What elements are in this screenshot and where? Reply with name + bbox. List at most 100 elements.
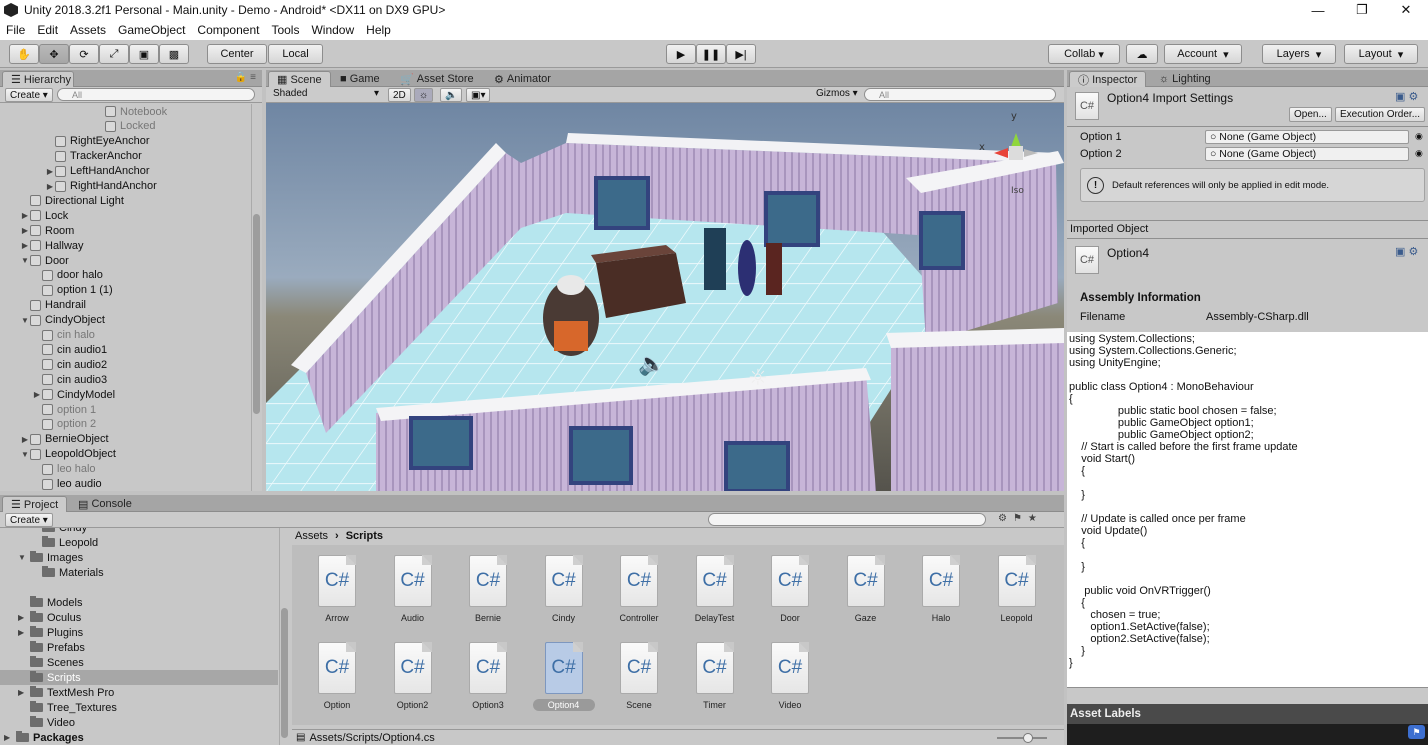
pivot-center-button[interactable]: Center: [207, 44, 267, 64]
tab-console[interactable]: ▤ Console: [70, 496, 140, 512]
hierarchy-scrollbar[interactable]: [251, 104, 261, 491]
asset-item[interactable]: C# Video: [755, 642, 825, 722]
asset-item[interactable]: C# Option2: [378, 642, 448, 722]
asset-label-tag-icon[interactable]: ⚑: [1408, 725, 1425, 739]
expand-down-icon[interactable]: ▼: [18, 553, 30, 562]
asset-item[interactable]: C# Halo: [906, 555, 976, 635]
help-icon[interactable]: ▣ ⚙: [1395, 90, 1418, 103]
folder-row[interactable]: ▼ Images: [0, 550, 278, 565]
hierarchy-row[interactable]: cin audio1: [32, 342, 107, 357]
panel-menu-icon[interactable]: 🔒 ≡: [235, 72, 256, 83]
collab-button[interactable]: Collab ▾: [1048, 44, 1120, 64]
breadcrumb-assets[interactable]: Assets: [295, 530, 328, 542]
folder-row[interactable]: Video: [0, 715, 278, 730]
expand-down-icon[interactable]: ▼: [20, 256, 30, 265]
layout-button[interactable]: Layout ▾: [1344, 44, 1418, 64]
hierarchy-row[interactable]: door halo: [32, 268, 103, 283]
pivot-local-button[interactable]: Local: [268, 44, 323, 64]
pause-icon[interactable]: ❚❚: [696, 44, 726, 64]
field-option1-value[interactable]: ○ None (Game Object): [1205, 130, 1409, 144]
expand-down-icon[interactable]: ▼: [20, 450, 30, 459]
menu-help[interactable]: Help: [366, 23, 391, 37]
asset-item[interactable]: C# DelayTest: [680, 555, 750, 635]
close-icon[interactable]: ✕: [1384, 0, 1428, 20]
asset-item[interactable]: C# Controller: [604, 555, 674, 635]
field-option2-value[interactable]: ○ None (Game Object): [1205, 147, 1409, 161]
expand-right-icon[interactable]: ▶: [20, 241, 30, 250]
folder-row[interactable]: Cindy: [0, 528, 278, 535]
hierarchy-row[interactable]: ▼ CindyObject: [20, 313, 105, 328]
folder-row[interactable]: Materials: [0, 565, 278, 580]
expand-right-icon[interactable]: ▶: [20, 226, 30, 235]
folder-row[interactable]: Leopold: [0, 535, 278, 550]
rect-tool-icon[interactable]: ▣: [129, 44, 159, 64]
menu-component[interactable]: Component: [197, 23, 259, 37]
scene-search-input[interactable]: All: [864, 88, 1056, 101]
expand-right-icon[interactable]: ▶: [18, 688, 30, 697]
expand-right-icon[interactable]: ▶: [45, 182, 55, 191]
hierarchy-row[interactable]: ▶ Lock: [20, 208, 68, 223]
tab-scene[interactable]: ▦ Scene: [268, 71, 331, 87]
asset-item[interactable]: C# Cindy: [529, 555, 599, 635]
hierarchy-row[interactable]: Directional Light: [20, 193, 124, 208]
asset-item[interactable]: C# Arrow: [302, 555, 372, 635]
project-search-input[interactable]: [708, 513, 986, 526]
folder-row[interactable]: Prefabs: [0, 640, 278, 655]
expand-right-icon[interactable]: ▶: [18, 628, 30, 637]
menu-gameobject[interactable]: GameObject: [118, 23, 185, 37]
layers-button[interactable]: Layers ▾: [1262, 44, 1336, 64]
hierarchy-row[interactable]: Locked: [95, 119, 155, 134]
menu-window[interactable]: Window: [311, 23, 354, 37]
folder-row[interactable]: ▶ Plugins: [0, 625, 278, 640]
tab-inspector[interactable]: ⓘ Inspector: [1069, 71, 1147, 87]
folder-row[interactable]: ▶ Packages: [0, 730, 278, 745]
effects-toggle-icon[interactable]: ▣▾: [466, 88, 491, 102]
hierarchy-create-button[interactable]: Create ▾: [5, 88, 53, 102]
imported-help-icon[interactable]: ▣ ⚙: [1395, 245, 1418, 258]
hierarchy-row[interactable]: option 1: [32, 402, 96, 417]
tab-game[interactable]: ■ Game: [332, 71, 388, 87]
hierarchy-row[interactable]: leo halo: [32, 462, 96, 477]
hierarchy-row[interactable]: ▶ Room: [20, 223, 74, 238]
hierarchy-row[interactable]: cin audio2: [32, 357, 107, 372]
expand-right-icon[interactable]: ▶: [20, 211, 30, 220]
asset-item[interactable]: C# Option3: [453, 642, 523, 722]
asset-item[interactable]: C# Bernie: [453, 555, 523, 635]
hierarchy-row[interactable]: ▼ Door: [20, 253, 69, 268]
maximize-icon[interactable]: ❐: [1340, 0, 1384, 20]
hierarchy-row[interactable]: option 1 (1): [32, 283, 113, 298]
tab-lighting[interactable]: ☼ Lighting: [1151, 71, 1219, 87]
expand-right-icon[interactable]: ▶: [32, 390, 42, 399]
folder-row[interactable]: ▶ TextMesh Pro: [0, 685, 278, 700]
step-icon[interactable]: ▶|: [726, 44, 756, 64]
scene-viewport[interactable]: y x Iso 🔈 ☼: [266, 103, 1064, 491]
hierarchy-row[interactable]: ▶ RightHandAnchor: [45, 179, 157, 194]
account-button[interactable]: Account ▾: [1164, 44, 1242, 64]
hierarchy-row[interactable]: leo audio: [32, 477, 102, 492]
cloud-icon[interactable]: ☁: [1126, 44, 1158, 64]
folder-row[interactable]: Tree_Textures: [0, 700, 278, 715]
field-option1-picker-icon[interactable]: ◉: [1415, 131, 1423, 142]
expand-right-icon[interactable]: ▶: [18, 613, 30, 622]
project-filter-icons[interactable]: ⚙⚑★: [998, 513, 1043, 524]
menu-tools[interactable]: Tools: [271, 23, 299, 37]
minimize-icon[interactable]: —: [1296, 0, 1340, 20]
mode-2d-button[interactable]: 2D: [388, 88, 411, 102]
expand-right-icon[interactable]: ▶: [20, 435, 30, 444]
menu-edit[interactable]: Edit: [37, 23, 58, 37]
hierarchy-search-input[interactable]: All: [57, 88, 255, 101]
folder-row[interactable]: Scenes: [0, 655, 278, 670]
asset-item[interactable]: C# Gaze: [831, 555, 901, 635]
asset-item[interactable]: C# Scene: [604, 642, 674, 722]
folder-row[interactable]: ▶ Oculus: [0, 610, 278, 625]
tab-asset-store[interactable]: 🛒 Asset Store: [392, 71, 482, 87]
hierarchy-row[interactable]: ▶ BernieObject: [20, 432, 109, 447]
hierarchy-row[interactable]: TrackerAnchor: [45, 149, 142, 164]
hierarchy-row[interactable]: ▶ CindyModel: [32, 387, 115, 402]
hierarchy-row[interactable]: Handrail: [20, 298, 86, 313]
transform-tool-icon[interactable]: ▩: [159, 44, 189, 64]
play-icon[interactable]: ▶: [666, 44, 696, 64]
tab-animator[interactable]: ⚙ Animator: [486, 71, 559, 87]
hierarchy-row[interactable]: cin audio3: [32, 372, 107, 387]
lighting-toggle-icon[interactable]: ☼: [414, 88, 434, 102]
